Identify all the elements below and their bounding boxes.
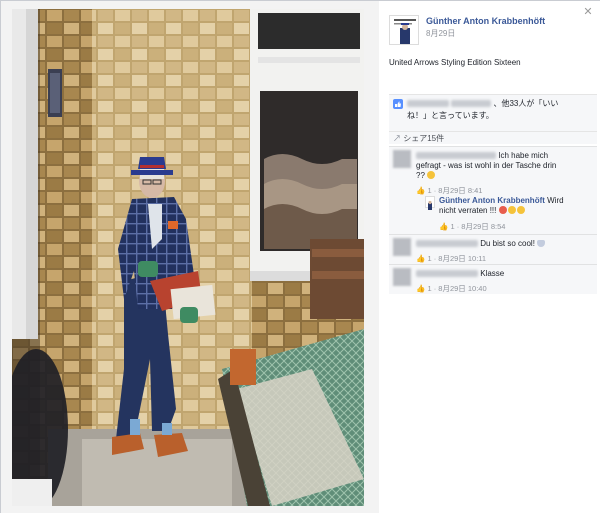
comment-item: Du bist so cool! 👍 1 · 8月29日 10:11 xyxy=(389,234,597,264)
comment-text-line1: Du bist so cool! xyxy=(480,239,538,248)
thumbs-up-icon: 👍 xyxy=(416,254,426,263)
comment-date[interactable]: 8月29日 10:40 xyxy=(438,284,486,293)
comment-text-line3: ?? xyxy=(416,171,428,180)
laughing-emoji-icon xyxy=(498,206,507,214)
commenter-avatar[interactable] xyxy=(393,150,411,168)
reply-date[interactable]: 8月29日 8:54 xyxy=(461,222,505,231)
comment-reply: Günther Anton Krabbenhöft Wird nicht ver… xyxy=(389,193,597,234)
likes-summary: 、他33人が「いい ね！」と言っています。 xyxy=(389,95,597,131)
post-caption: United Arrows Styling Edition Sixteen xyxy=(389,58,521,67)
commenter-name-redacted[interactable] xyxy=(416,152,496,160)
comment-text: Du bist so cool! xyxy=(416,239,594,249)
author-avatar[interactable] xyxy=(389,15,419,45)
grinning-emoji-icon xyxy=(516,206,525,214)
share-label[interactable]: シェア15件 xyxy=(403,134,444,143)
comment-list: Ich habe mich gefragt - was ist wohl in … xyxy=(389,146,597,294)
comment-like-count[interactable]: 1 xyxy=(427,254,431,263)
comment-text-line1: Klasse xyxy=(480,269,505,278)
likes-summary-tail[interactable]: 、他33人が「いい xyxy=(493,99,558,108)
post-photo[interactable] xyxy=(12,9,364,506)
author-name[interactable]: Günther Anton Krabbenhöft xyxy=(426,16,586,26)
comment-item: Ich habe mich gefragt - was ist wohl in … xyxy=(389,146,597,195)
likes-summary-line2: ね！」と言っています。 xyxy=(407,111,494,120)
post-sidebar: ✕ Günther Anton Krabbenhöft 8月29日 United… xyxy=(379,1,600,513)
reply-meta: 👍 1 · 8月29日 8:54 xyxy=(439,222,506,231)
grinning-emoji-icon xyxy=(507,206,516,214)
post-author: Günther Anton Krabbenhöft 8月29日 xyxy=(389,15,545,45)
share-icon: ↗ xyxy=(393,134,401,143)
reply-text-line2: nicht verraten !!! xyxy=(439,206,499,215)
thumbs-up-icon: 👍 xyxy=(439,222,449,231)
commenter-avatar[interactable] xyxy=(393,238,411,256)
comment-text: Ich habe mich gefragt - was ist wohl in … xyxy=(416,151,594,181)
likes-section: 、他33人が「いい ね！」と言っています。 ↗ シェア15件 xyxy=(389,94,597,144)
photo-viewer: ✕ Günther Anton Krabbenhöft 8月29日 United… xyxy=(0,0,600,513)
commenter-name-redacted[interactable] xyxy=(416,270,478,278)
comment-text-line1: Ich habe mich xyxy=(498,151,549,160)
comment-like-count[interactable]: 1 xyxy=(427,284,431,293)
comment-text-line2: gefragt - was ist wohl in der Tasche dri… xyxy=(416,161,557,170)
post-date[interactable]: 8月29日 xyxy=(426,28,455,39)
liker-names-redacted[interactable] xyxy=(407,100,449,108)
reply-text: Günther Anton Krabbenhöft Wird nicht ver… xyxy=(439,196,595,216)
commenter-avatar[interactable] xyxy=(393,268,411,286)
comment-meta: 👍 1 · 8月29日 10:11 xyxy=(416,254,487,263)
reply-text-line1: Wird xyxy=(547,196,564,205)
smiley-emoji-icon xyxy=(427,171,436,179)
photo-stage xyxy=(1,1,379,513)
commenter-name-redacted[interactable] xyxy=(416,240,478,248)
reply-author-name[interactable]: Günther Anton Krabbenhöft xyxy=(439,196,545,205)
comment-text: Klasse xyxy=(416,269,594,279)
comment-item: Klasse 👍 1 · 8月29日 10:40 xyxy=(389,264,597,294)
reply-author-avatar[interactable] xyxy=(425,196,435,210)
share-count[interactable]: ↗ シェア15件 xyxy=(389,131,597,144)
heart-emoji-icon xyxy=(537,240,546,247)
comment-meta: 👍 1 · 8月29日 10:40 xyxy=(416,284,487,293)
reply-like-count[interactable]: 1 xyxy=(450,222,454,231)
liker-names-redacted[interactable] xyxy=(451,100,492,108)
thumbs-up-icon: 👍 xyxy=(416,284,426,293)
like-icon xyxy=(393,99,403,109)
comment-date[interactable]: 8月29日 10:11 xyxy=(438,254,486,263)
